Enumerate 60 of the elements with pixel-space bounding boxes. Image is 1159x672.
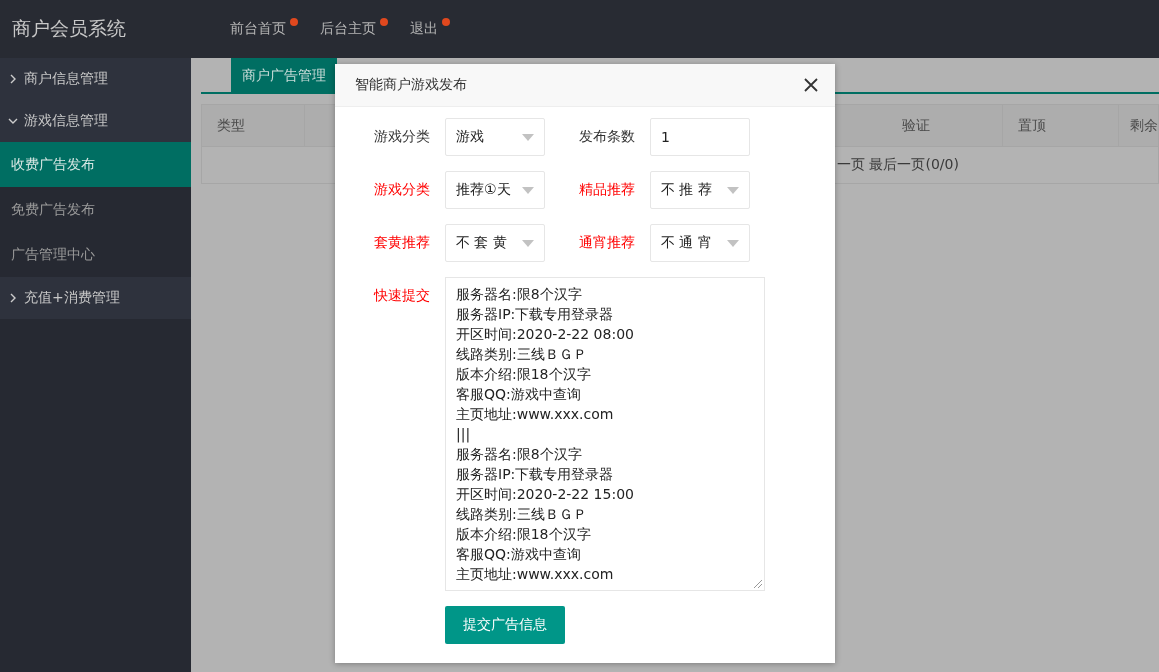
text-line: 客服QQ:游戏中查询 [456,545,581,564]
text-line: 开区时间:2020-2-22 15:00 [456,485,634,504]
text-line: 版本介绍:限18个汉字 [456,525,591,544]
field-label: 游戏分类 [373,128,431,146]
sidebar-group[interactable]: 游戏信息管理 [0,100,191,142]
sidebar-group[interactable]: 充值+消费管理 [0,277,191,319]
text-line: 服务器名:限8个汉字 [456,285,582,304]
text-line: 版本介绍:限18个汉字 [456,365,591,384]
text-line: 开区时间:2020-2-22 08:00 [456,325,634,344]
text-line: 线路类别:三线ＢＧＰ [456,345,587,364]
sidebar-group[interactable]: 商户信息管理 [0,58,191,100]
column-header: 剩余 [1129,116,1158,135]
select-field[interactable]: 不 通 宵 [650,224,750,262]
caret-icon [727,186,739,194]
column-header: 置顶 [1003,105,1119,146]
resize-grip-icon [754,580,762,588]
sidebar-item[interactable]: 广告管理中心 [0,232,191,277]
close-icon[interactable] [804,78,818,92]
submit-button[interactable]: 提交广告信息 [445,606,565,644]
text-line: 服务器IP:下载专用登录器 [456,305,614,324]
text-line: 服务器名:限8个汉字 [456,445,582,464]
app-title: 商户会员系统 [11,16,127,41]
text-line: ||| [456,425,471,444]
field-label: 发布条数 [578,128,636,146]
nav-link[interactable]: 后台主页 [320,20,388,38]
field-label: 精品推荐 [578,181,636,199]
field-label: 快速提交 [372,286,431,305]
text-line: 客服QQ:游戏中查询 [456,385,581,404]
nav-link[interactable]: 前台首页 [230,20,298,38]
chevron-right-icon [8,74,18,84]
tab[interactable]: 商户广告管理 [231,58,337,92]
text-line: 主页地址:www.xxx.com [456,405,614,424]
caret-icon [522,133,534,141]
column-header: 验证 [887,105,1003,146]
nav-link[interactable]: 退出 [410,20,450,38]
text-area[interactable]: 服务器名:限8个汉字 服务器IP:下载专用登录器 开区时间:2020-2-22 08:00 线路类别:三线ＢＧＰ 版本介绍:限18个汉字 客服QQ:游戏中查询 主页地址:www.xxx.com ||| 服务器名:限8个汉字 服务器IP:下载专用登录器 开区时间:2020-2-22 15:00 线路类别:三线ＢＧＰ 版本介绍:限18个汉字 客服QQ:游戏中查询 主页地址:www.xxx.com [445,277,765,591]
input-field[interactable]: 1 [650,118,750,156]
select-field[interactable]: 不 推 荐 [650,171,750,209]
sidebar-group-label: 充值+消费管理 [24,289,120,307]
chevron-down-icon [8,116,18,126]
field-label: 游戏分类 [373,181,431,199]
column-header: 类型 [202,105,305,146]
sidebar-group-label: 商户信息管理 [24,70,108,88]
dialog-title: 智能商户游戏发布 [355,76,467,94]
sidebar-group-label: 游戏信息管理 [24,112,108,130]
field-label: 套黄推荐 [373,234,431,252]
text-line: 线路类别:三线ＢＧＰ [456,505,587,524]
sidebar-item[interactable]: 免费广告发布 [0,187,191,232]
caret-icon [522,186,534,194]
pager-text: 一页 最后一页(0/0) [837,156,959,174]
select-field[interactable]: 推荐①天 [445,171,545,209]
sidebar-item[interactable]: 收费广告发布 [0,142,191,187]
text-line: 主页地址:www.xxx.com [456,565,614,584]
select-field[interactable]: 游戏 [445,118,545,156]
select-field[interactable]: 不 套 黄 [445,224,545,262]
caret-icon [727,239,739,247]
field-label: 通宵推荐 [578,234,636,252]
chevron-right-icon [8,293,18,303]
caret-icon [522,239,534,247]
text-line: 服务器IP:下载专用登录器 [456,465,614,484]
